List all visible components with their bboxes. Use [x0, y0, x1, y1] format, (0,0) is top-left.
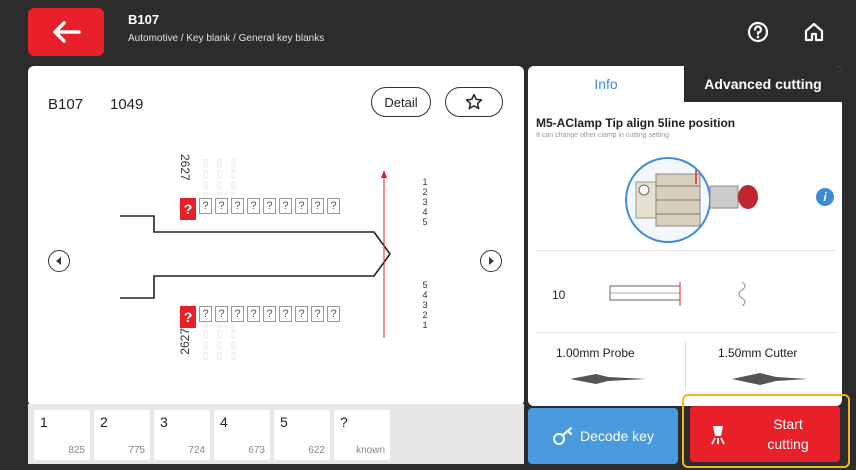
top-cut-position-numbers: 1 2 3 4 5: [420, 177, 430, 227]
cut-position-number: 4: [422, 290, 428, 300]
depth-tab-value: 724: [188, 445, 205, 456]
depth-tab-number: 1: [40, 414, 48, 430]
decode-key-button[interactable]: Decode key: [528, 408, 678, 464]
depth-tab[interactable]: 2 775: [94, 410, 150, 460]
depth-tab[interactable]: 4 673: [214, 410, 270, 460]
cutter-label: 1.50mm Cutter: [718, 346, 798, 360]
back-button[interactable]: [28, 8, 104, 56]
cut-position-number: 5: [422, 217, 428, 227]
cut-position-number: 1: [422, 320, 428, 330]
cut-position-number: 5: [422, 280, 428, 290]
bottom-cut-position-numbers: 5 4 3 2 1: [420, 280, 430, 330]
info-panel: Info Advanced cutting M5-AClamp Tip alig…: [528, 66, 842, 406]
cut-position-number: 2: [422, 310, 428, 320]
start-label-line1: Start: [773, 416, 803, 432]
breadcrumb: Automotive / Key blank / General key bla…: [128, 33, 325, 44]
start-cutting-label: Start cutting: [748, 414, 828, 454]
help-button[interactable]: [744, 18, 772, 46]
cutter-icon: [732, 373, 808, 385]
depth-tab-value: 673: [248, 445, 265, 456]
tab-advanced-cutting[interactable]: Advanced cutting: [684, 66, 842, 102]
key-visual-panel: B107 1049 Detail ▯▯▯▯ ▯▯▯▯ ▯▯▯▯ ▯▯▯▯ ▯▯▯…: [28, 66, 524, 406]
help-icon: [747, 21, 769, 43]
depth-tab-number: 5: [280, 414, 288, 430]
depth-tab[interactable]: 5 622: [274, 410, 330, 460]
divider-vertical: [685, 342, 686, 390]
header-bar: B107 Automotive / Key blank / General ke…: [0, 0, 856, 62]
key-blank-side-view: [609, 281, 746, 307]
start-cutting-button[interactable]: Start cutting: [690, 406, 840, 462]
home-button[interactable]: [800, 18, 828, 46]
cut-position-number: 4: [422, 207, 428, 217]
tab-info[interactable]: Info: [528, 66, 684, 102]
cut-position-number: 2: [422, 187, 428, 197]
depth-tab-number: ?: [340, 414, 348, 430]
depth-tab-unknown[interactable]: ? known: [334, 410, 390, 460]
page-title: B107: [128, 12, 160, 27]
info-icon[interactable]: i: [816, 188, 834, 206]
divider: [536, 332, 836, 333]
depth-tab-number: 2: [100, 414, 108, 430]
clamp-illustration: [625, 157, 758, 243]
cut-position-number: 3: [422, 197, 428, 207]
cut-position-number: 1: [422, 177, 428, 187]
depth-tab[interactable]: 1 825: [34, 410, 90, 460]
arrow-left-icon: [53, 21, 81, 43]
key-blade-outline: [120, 170, 391, 338]
decode-key-label: Decode key: [580, 428, 654, 444]
probe-label: 1.00mm Probe: [556, 346, 635, 360]
depth-tab-value: 775: [128, 445, 145, 456]
clamp-subtitle: It can change other clamp in cutting set…: [536, 132, 670, 139]
depth-tab-value: 622: [308, 445, 325, 456]
app-window: B107 Automotive / Key blank / General ke…: [0, 0, 856, 470]
clamp-title: M5-AClamp Tip align 5line position: [536, 116, 736, 130]
depth-tab[interactable]: 3 724: [154, 410, 210, 460]
depth-tab-number: 4: [220, 414, 228, 430]
home-icon: [804, 22, 824, 42]
cut-depth-tabs: 1 825 2 775 3 724 4 673 5 622 ? known: [28, 404, 524, 464]
cutter-tool-icon: [711, 426, 725, 445]
probe-icon: [570, 374, 646, 384]
depth-tab-value: known: [356, 445, 385, 456]
depth-value: 10: [552, 288, 566, 302]
divider: [536, 250, 836, 251]
decode-icon: [553, 427, 573, 445]
start-label-line2: cutting: [767, 436, 809, 452]
depth-tab-value: 825: [68, 445, 85, 456]
cut-position-number: 3: [422, 300, 428, 310]
depth-tab-number: 3: [160, 414, 168, 430]
